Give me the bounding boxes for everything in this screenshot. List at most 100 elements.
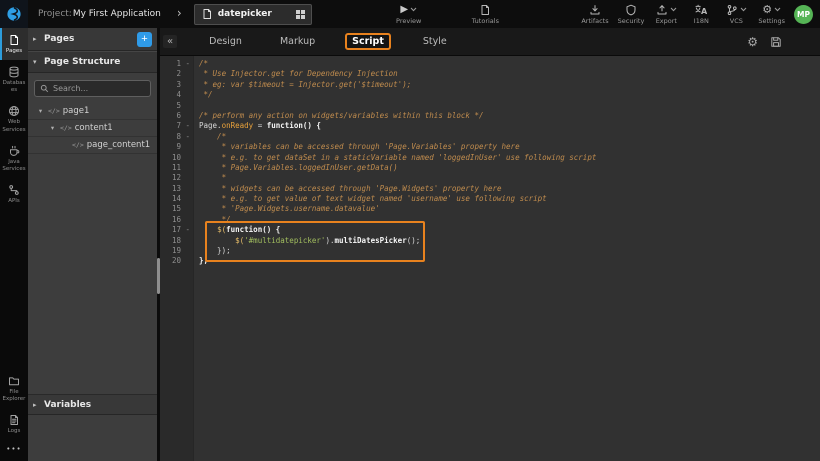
page-selector-dropdown[interactable]: datepicker <box>194 4 312 25</box>
code-content[interactable]: /* * Use Injector.get for Dependency Inj… <box>195 56 820 461</box>
caret-right-icon: ▸ <box>33 35 44 43</box>
code-editor[interactable]: 1-234567-8-91011121314151617-181920 /* *… <box>160 56 820 461</box>
line-number[interactable]: 3 <box>160 80 193 90</box>
topbar-action-artifacts[interactable]: Artifacts <box>581 3 608 25</box>
fold-marker-icon[interactable]: - <box>185 225 190 235</box>
code-line <box>199 101 820 111</box>
code-line: /* <box>199 59 820 69</box>
code-line: * variables can be accessed through 'Pag… <box>199 142 820 152</box>
code-line: */ <box>199 90 820 100</box>
code-line: * Use Injector.get for Dependency Inject… <box>199 69 820 79</box>
line-number[interactable]: 7- <box>160 121 193 131</box>
caret-down-icon[interactable]: ▾ <box>36 107 45 115</box>
upload-icon <box>656 4 668 16</box>
line-number[interactable]: 2 <box>160 69 193 79</box>
line-number[interactable]: 9 <box>160 142 193 152</box>
sidebar-item-more[interactable]: ••• <box>0 440 28 457</box>
tutorials-icon <box>479 4 491 16</box>
project-title: Project:My First Application <box>38 9 161 19</box>
widget-code-icon: </> <box>72 141 84 149</box>
line-number[interactable]: 8- <box>160 132 193 142</box>
sidebar-item-apis[interactable]: APIs <box>0 178 28 210</box>
breadcrumb-chevron-icon: › <box>177 6 182 20</box>
pages-icon <box>8 34 20 46</box>
logs-icon <box>8 414 20 426</box>
editor-area: « Design Markup Script Style ⚙ 1-234567-8-9… <box>160 28 820 461</box>
code-line: $(function() { <box>199 225 820 235</box>
line-number[interactable]: 15 <box>160 204 193 214</box>
tree-item-page1[interactable]: ▾</>page1 <box>28 103 157 120</box>
fold-marker-icon[interactable]: - <box>185 59 190 69</box>
line-number[interactable]: 20 <box>160 256 193 266</box>
topbar-action-export[interactable]: Export <box>653 3 679 25</box>
topbar-action-i18n[interactable]: AI18N <box>688 3 714 25</box>
code-line: * e.g. to get dataSet in a staticVariabl… <box>199 153 820 163</box>
collapse-panel-icon[interactable]: « <box>163 35 177 48</box>
caret-down-icon: ▾ <box>33 58 44 66</box>
page-settings-gear-icon[interactable]: ⚙ <box>747 35 758 49</box>
shield-icon <box>625 4 637 16</box>
line-number[interactable]: 4 <box>160 90 193 100</box>
topbar-action-security[interactable]: Security <box>618 3 645 25</box>
topbar-action-tutorials[interactable]: Tutorials <box>472 3 499 25</box>
chevron-down-icon <box>774 7 781 12</box>
app-logo-icon[interactable] <box>0 0 28 28</box>
save-icon[interactable] <box>770 36 782 48</box>
line-number[interactable]: 13 <box>160 184 193 194</box>
line-number[interactable]: 1- <box>160 59 193 69</box>
svg-text:A: A <box>701 7 707 16</box>
project-prefix: Project: <box>38 9 72 19</box>
grid-icon[interactable] <box>296 10 305 19</box>
line-number[interactable]: 16 <box>160 215 193 225</box>
line-number[interactable]: 10 <box>160 153 193 163</box>
search-icon <box>40 84 49 93</box>
avatar[interactable]: MP <box>794 5 813 24</box>
pages-section-label: Pages <box>44 34 137 44</box>
sidebar-item-file-explorer[interactable]: File Explorer <box>0 369 28 408</box>
caret-down-icon[interactable]: ▾ <box>48 124 57 132</box>
sidebar-item-logs[interactable]: Logs <box>0 408 28 440</box>
code-line: }); <box>199 246 820 256</box>
tree-item-content1[interactable]: ▾</>content1 <box>28 120 157 137</box>
translate-icon: A <box>695 4 707 16</box>
code-line: * widgets can be accessed through 'Page.… <box>199 184 820 194</box>
pages-section-header[interactable]: ▸ Pages + <box>28 28 157 51</box>
code-line: * eg: var $timeout = Injector.get('$time… <box>199 80 820 90</box>
project-name: My First Application <box>73 9 161 19</box>
sidebar-item-databases[interactable]: Databases <box>0 60 28 99</box>
variables-section-header[interactable]: ▸ Variables <box>28 394 157 415</box>
fold-marker-icon[interactable]: - <box>185 132 190 142</box>
play-icon: ▶ <box>400 5 408 15</box>
tab-markup[interactable]: Markup <box>274 33 321 50</box>
tab-style[interactable]: Style <box>417 33 453 50</box>
line-number[interactable]: 17- <box>160 225 193 235</box>
download-icon <box>589 4 601 16</box>
chevron-down-icon <box>410 7 417 12</box>
line-number[interactable]: 19 <box>160 246 193 256</box>
search-input[interactable]: Search... <box>34 80 151 97</box>
folder-icon <box>8 375 20 387</box>
line-number[interactable]: 11 <box>160 163 193 173</box>
topbar-action-vcs[interactable]: VCS <box>723 3 749 25</box>
sidebar-item-java-services[interactable]: Java Services <box>0 139 28 178</box>
tab-design[interactable]: Design <box>203 33 248 50</box>
line-number[interactable]: 6 <box>160 111 193 121</box>
ellipsis-icon: ••• <box>6 446 21 452</box>
sidebar-item-web-services[interactable]: Web Services <box>0 99 28 138</box>
code-line: * e.g. to get value of text widget named… <box>199 194 820 204</box>
line-number[interactable]: 12 <box>160 173 193 183</box>
add-page-button[interactable]: + <box>137 32 152 47</box>
sidebar-item-pages[interactable]: Pages <box>0 28 28 60</box>
line-number[interactable]: 14 <box>160 194 193 204</box>
tab-script[interactable]: Script <box>345 33 391 50</box>
fold-marker-icon[interactable]: - <box>185 121 190 131</box>
page-structure-header[interactable]: ▾ Page Structure <box>28 51 157 73</box>
line-number[interactable]: 5 <box>160 101 193 111</box>
left-rail: PagesDatabasesWeb ServicesJava ServicesA… <box>0 28 28 461</box>
topbar-action-preview[interactable]: ▶Preview <box>396 3 422 25</box>
line-number-gutter: 1-234567-8-91011121314151617-181920 <box>160 56 194 461</box>
line-number[interactable]: 18 <box>160 236 193 246</box>
tree-item-page-content1[interactable]: </>page_content1 <box>28 137 157 154</box>
topbar-action-settings[interactable]: ⚙Settings <box>758 3 785 25</box>
code-line: * Page.Variables.loggedInUser.getData() <box>199 163 820 173</box>
